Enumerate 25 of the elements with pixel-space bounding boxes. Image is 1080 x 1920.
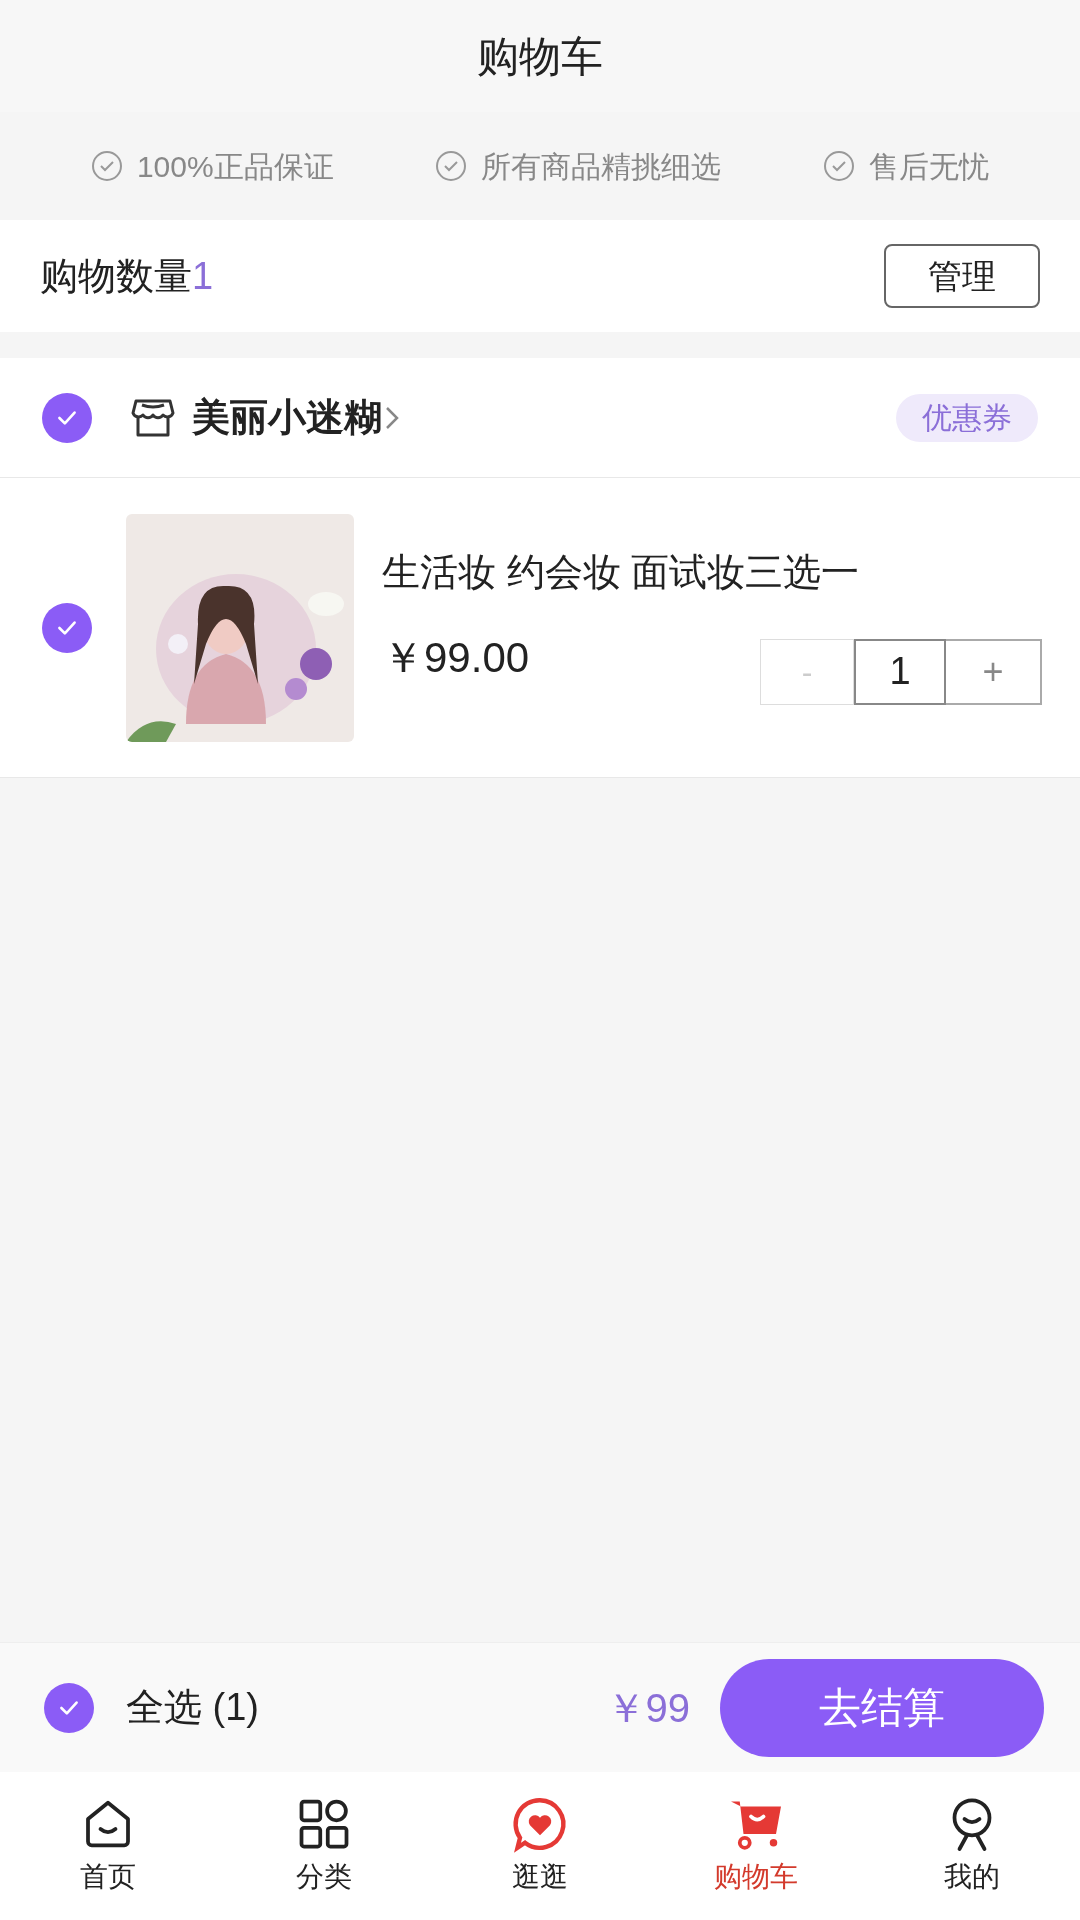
tab-bar-item[interactable]: 逛逛 [460,1794,620,1898]
page-title: 购物车 [477,31,603,82]
select-all-label[interactable]: 全选 (1) [126,1679,259,1736]
tab-bar-item[interactable]: 首页 [28,1794,188,1898]
checkout-button[interactable]: 去结算 [720,1658,1044,1757]
select-all-checkbox[interactable] [44,1682,94,1733]
product-price: ￥99.00 [382,632,530,683]
guarantee-text: 100%正品保证 [136,148,334,185]
check-circle-icon [90,150,123,182]
check-circle-icon [435,150,468,182]
increase-button[interactable]: + [946,638,1042,705]
cart-count: 购物数量1 [40,253,214,299]
guarantee-text: 售后无忧 [869,148,990,185]
tab-bar-item[interactable]: 购物车 [676,1794,836,1898]
store-name[interactable]: 美丽小迷糊 [192,389,382,446]
total-price: ￥99 [605,1684,690,1732]
tab-bar-item[interactable]: 分类 [244,1794,404,1898]
store-checkbox[interactable] [42,392,92,443]
check-circle-icon [823,150,856,182]
product-title: 生活妆 约会妆 面试妆三选一 [382,549,861,595]
item-checkbox[interactable] [42,602,92,653]
quantity-field[interactable]: 1 [854,638,946,705]
guarantee-text: 所有商品精挑细选 [481,148,722,185]
manage-button[interactable]: 管理 [884,244,1040,308]
tab-bar-item[interactable]: 我的 [892,1794,1052,1898]
